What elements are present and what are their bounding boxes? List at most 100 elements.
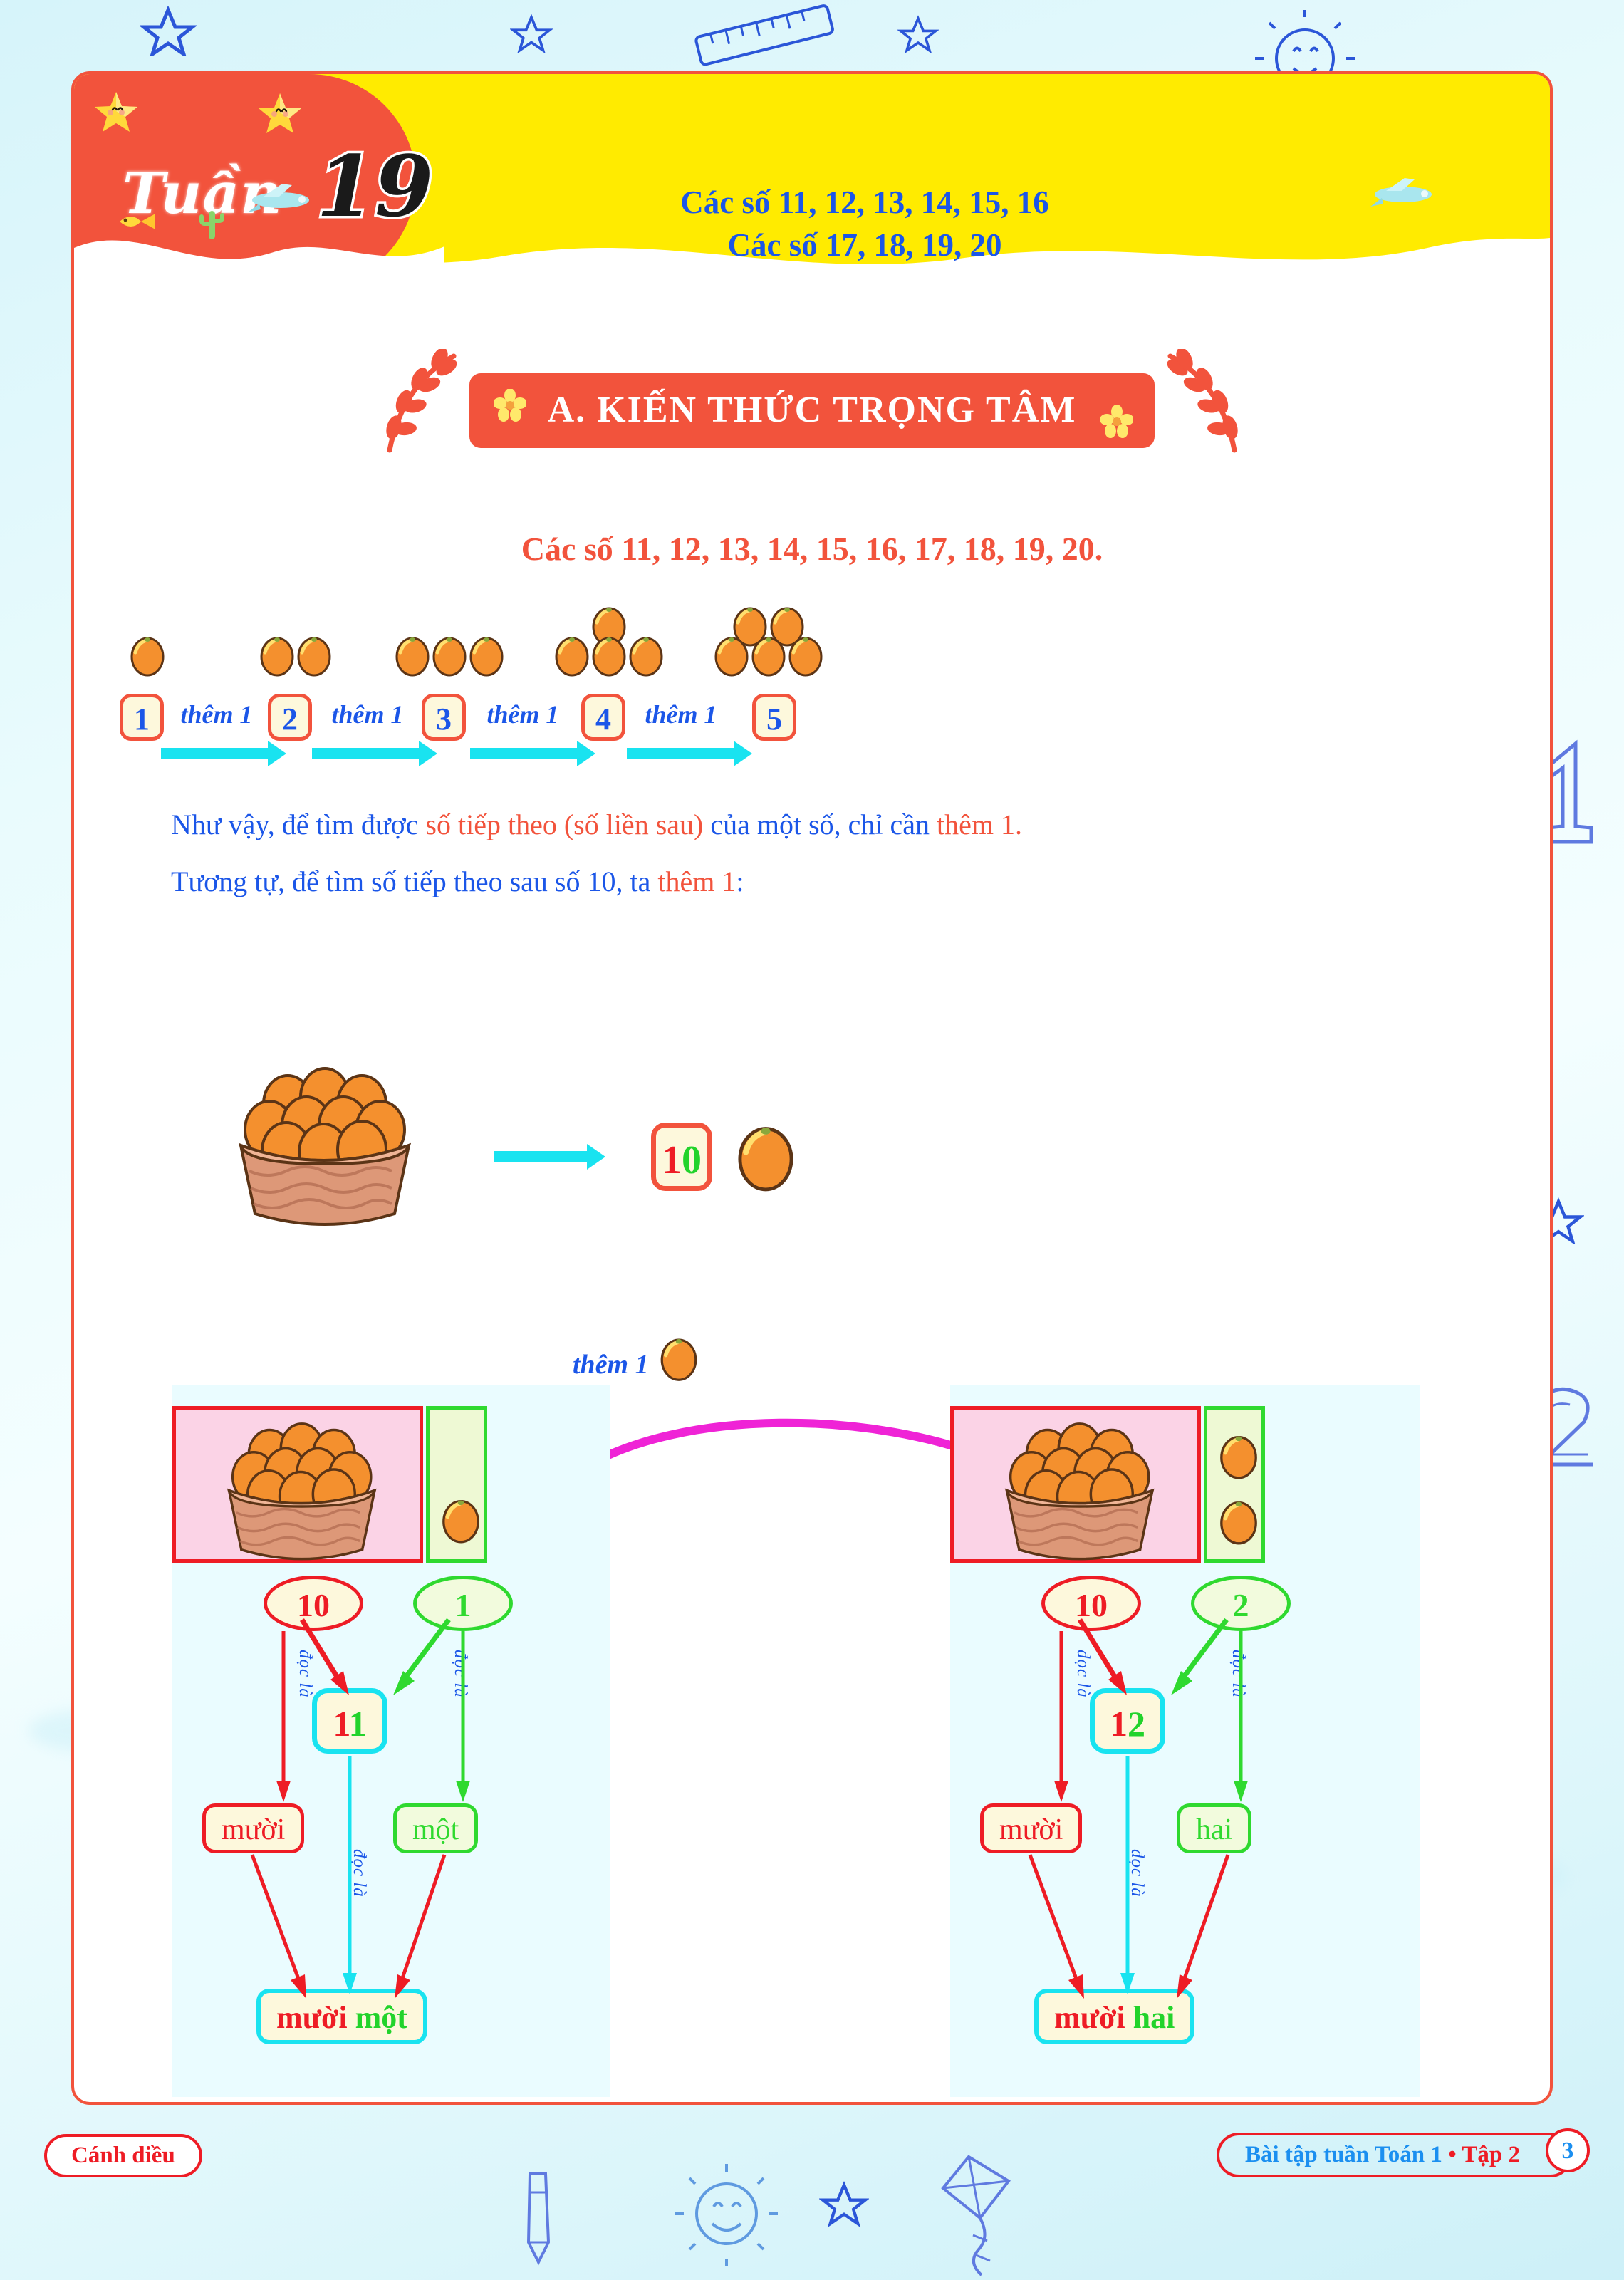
page-background: Tuần 19 Các số 11, 12, 13, 14, 15, 16 Cá… — [0, 0, 1624, 2280]
p2-part-b: thêm 1 — [657, 865, 736, 897]
basket-of-oranges-icon — [1004, 1422, 1155, 1561]
orange-icon — [660, 1338, 697, 1381]
read-label: đọc là — [1073, 1650, 1093, 1698]
result-number-box: 11 — [312, 1688, 387, 1754]
fish-sticker-icon — [120, 214, 155, 229]
star-doodle-icon — [510, 14, 553, 53]
star-doodle-icon — [897, 15, 939, 53]
result-digit-second: 2 — [1128, 1704, 1145, 1744]
ten-value-box: 10 — [651, 1123, 712, 1191]
orange-icon — [629, 637, 663, 677]
orange-icon — [297, 637, 331, 677]
step-arrow-head — [419, 741, 437, 766]
result-word-box: mười hai — [1034, 1989, 1195, 2044]
result-digit-first: 1 — [1110, 1704, 1128, 1744]
orange-icon — [1220, 1435, 1257, 1479]
read-label: đọc là — [1128, 1849, 1147, 1898]
p2-part-c: : — [736, 865, 744, 897]
counting-sequence: 1 2 3 4 5 thêm 1 thêm 1 thêm 1 thêm 1 — [74, 607, 1550, 779]
result-number-box: 12 — [1090, 1688, 1165, 1754]
airplane-sticker-icon — [248, 184, 309, 212]
page-header: Tuần 19 Các số 11, 12, 13, 14, 15, 16 Cá… — [74, 74, 1550, 288]
footer-volume: Tập 2 — [1462, 2142, 1520, 2167]
result-word-box: mười một — [256, 1989, 427, 2044]
page-title-line-2: Các số 17, 18, 19, 20 — [727, 227, 1002, 264]
page-number-badge: 3 — [1546, 2128, 1590, 2172]
p1-part-c: của một số, chỉ cần — [703, 808, 937, 840]
step-arrow-shaft — [161, 748, 268, 759]
orange-icon — [788, 637, 823, 677]
ones-word-box: một — [393, 1803, 479, 1853]
laurel-left-icon — [385, 349, 457, 453]
orange-icon — [442, 1499, 479, 1544]
section-ribbon-row: A. KIẾN THỨC TRỌNG TÂM — [74, 349, 1550, 453]
page-card: Tuần 19 Các số 11, 12, 13, 14, 15, 16 Cá… — [71, 71, 1553, 2105]
ones-word-box: hai — [1177, 1803, 1252, 1853]
ten-digit-second: 0 — [682, 1138, 702, 1182]
fruit-group — [692, 607, 856, 694]
brand-badge: Cánh diều — [44, 2134, 202, 2177]
step-arrow-shaft — [627, 748, 734, 759]
sun-doodle-icon — [675, 2164, 778, 2266]
cactus-sticker-icon — [199, 211, 224, 239]
read-label: đọc là — [451, 1650, 470, 1698]
read-label: đọc là — [296, 1650, 315, 1698]
footer-book-title: Bài tập tuần Toán 1 — [1244, 2142, 1442, 2167]
tens-group-frame — [950, 1406, 1201, 1563]
p1-part-e: . — [1015, 808, 1022, 840]
tens-value-ellipse: 10 — [264, 1576, 363, 1631]
tens-word-box: mười — [202, 1803, 305, 1853]
tens-group-frame — [172, 1406, 423, 1563]
step-arrow-label: thêm 1 — [331, 700, 404, 729]
footer-book-info: Bài tập tuần Toán 1 • Tập 2 — [1216, 2133, 1573, 2177]
read-label: đọc là — [1229, 1650, 1248, 1698]
step-arrow-head — [734, 741, 752, 766]
fruit-group — [376, 615, 511, 694]
read-label: đọc là — [350, 1849, 369, 1898]
step-arrow-label: thêm 1 — [486, 700, 559, 729]
result-arrow-shaft — [494, 1151, 587, 1162]
orange-icon — [592, 637, 626, 677]
ones-group-frame — [1204, 1406, 1265, 1563]
basket-of-oranges-icon — [227, 1422, 377, 1561]
result-word-part-b: một — [355, 2000, 407, 2035]
ones-value-ellipse: 1 — [413, 1576, 513, 1631]
p1-part-d: thêm 1 — [937, 808, 1015, 840]
fruit-group — [536, 607, 671, 694]
smiley-star-icon — [259, 93, 301, 133]
step-arrow-shaft — [312, 748, 419, 759]
result-word-part-b: hai — [1133, 2000, 1175, 2035]
orange-icon — [432, 637, 467, 677]
step-arrow-shaft — [470, 748, 577, 759]
fruit-group — [74, 615, 209, 694]
star-doodle-icon — [819, 2180, 869, 2227]
flower-sticker-icon — [1100, 405, 1134, 438]
orange-icon — [714, 637, 749, 677]
result-digit-second: 1 — [348, 1704, 367, 1744]
p1-part-a: Như vậy, để tìm được — [171, 808, 426, 840]
orange-icon — [469, 637, 504, 677]
step-arrow-label: thêm 1 — [645, 700, 717, 729]
laurel-right-icon — [1167, 349, 1239, 453]
p2-part-a: Tương tự, để tìm số tiếp theo sau số 10,… — [171, 865, 658, 897]
step-arrow-head — [577, 741, 595, 766]
flower-sticker-icon — [493, 389, 526, 422]
ten-digit-first: 1 — [662, 1138, 682, 1182]
footer-separator: • — [1448, 2142, 1457, 2167]
kite-doodle-icon — [941, 2155, 1011, 2276]
page-title: Các số 11, 12, 13, 14, 15, 16 Các số 17,… — [473, 181, 1256, 267]
orange-icon — [130, 637, 165, 677]
orange-icon — [555, 637, 589, 677]
orange-icon — [751, 637, 786, 677]
decomposition-panel-eleven: 10 1 11 mười một mười một đọc là đọc là … — [172, 1385, 610, 2097]
explanation-paragraph-1: Như vậy, để tìm được số tiếp theo (số li… — [171, 808, 1022, 841]
bridge-label: thêm 1 — [573, 1350, 649, 1380]
tens-value-ellipse: 10 — [1041, 1576, 1141, 1631]
smiley-star-icon — [95, 92, 137, 132]
pencil-doodle-icon — [526, 2172, 551, 2266]
orange-icon — [260, 637, 294, 677]
fruit-group — [222, 615, 358, 694]
result-arrow-head — [587, 1144, 605, 1170]
ones-value-ellipse: 2 — [1191, 1576, 1291, 1631]
p1-part-b: số tiếp theo (số liền sau) — [425, 808, 704, 840]
